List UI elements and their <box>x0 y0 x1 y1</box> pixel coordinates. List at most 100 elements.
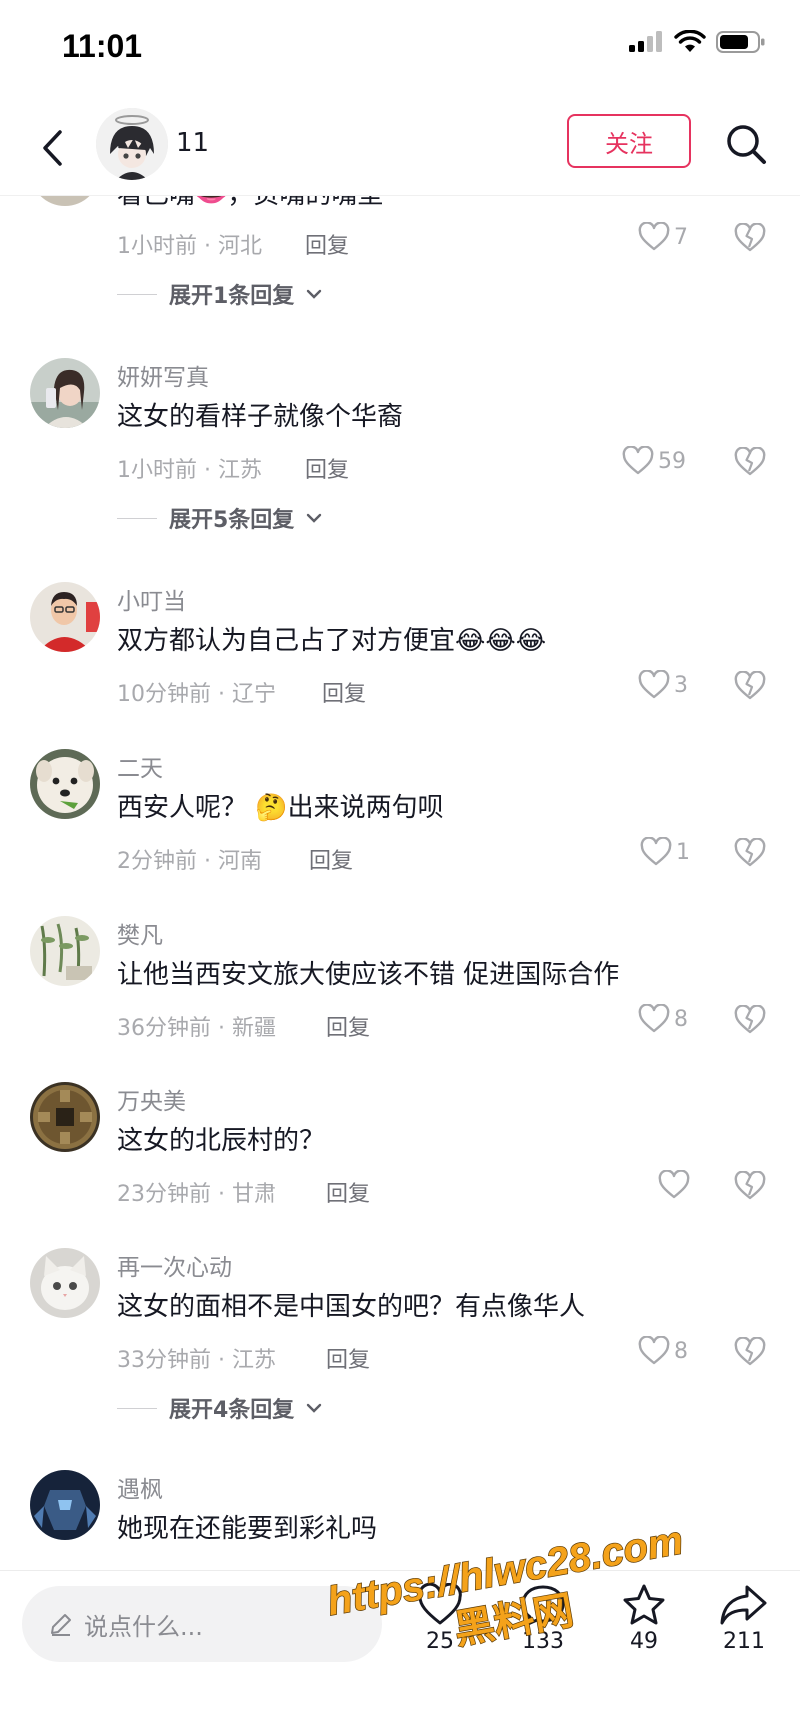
reply-button[interactable]: 回复 <box>305 452 349 484</box>
heart-icon <box>418 1583 462 1625</box>
like-button[interactable]: 3 <box>638 670 688 700</box>
like-count: 1 <box>676 839 690 865</box>
back-button[interactable] <box>28 120 76 176</box>
like-button[interactable]: 8 <box>638 1336 688 1366</box>
comment-text: 这女的看样子就像个华裔 <box>117 402 404 432</box>
share-count: 211 <box>723 1629 765 1654</box>
reply-button[interactable]: 回复 <box>305 228 349 260</box>
heart-icon <box>658 1170 690 1199</box>
heart-icon <box>638 1336 670 1365</box>
share-button[interactable]: 211 <box>709 1583 779 1654</box>
comment-input-placeholder: 说点什么... <box>84 1612 203 1641</box>
expand-replies-button[interactable]: 展开5条回复 <box>117 502 322 534</box>
reply-button[interactable]: 回复 <box>322 676 366 708</box>
ancient-coin-avatar-image <box>30 1082 100 1152</box>
reply-button[interactable]: 回复 <box>326 1010 370 1042</box>
dislike-button[interactable] <box>734 1336 766 1371</box>
like-button[interactable]: 8 <box>638 1004 688 1034</box>
heart-icon <box>638 670 670 699</box>
man-red-shirt-avatar-image <box>30 582 100 652</box>
expand-divider <box>117 1407 157 1409</box>
ink-painting-avatar-image <box>30 916 100 986</box>
like-button[interactable]: 7 <box>638 222 688 252</box>
chevron-down-icon <box>307 289 322 299</box>
reply-button[interactable]: 回复 <box>326 1342 370 1374</box>
commenter-name[interactable]: 万央美 <box>117 1082 186 1116</box>
comment-time-location: 1小时前 · 江苏 <box>117 458 262 483</box>
like-button[interactable]: 1 <box>640 837 690 867</box>
commenter-avatar[interactable] <box>30 1248 100 1318</box>
broken-heart-icon <box>734 222 766 252</box>
follow-button[interactable]: 关注 <box>567 114 691 168</box>
battery-icon <box>716 31 765 53</box>
broken-heart-icon <box>734 1170 766 1200</box>
wifi-icon <box>674 30 706 52</box>
status-icons <box>628 30 766 54</box>
broken-heart-icon <box>734 446 766 476</box>
commenter-name[interactable]: 妍妍写真 <box>117 358 209 392</box>
white-dog-avatar-image <box>30 749 100 819</box>
dislike-button[interactable] <box>734 670 766 705</box>
comment-time-location: 36分钟前 · 新疆 <box>117 1016 276 1041</box>
commenter-name[interactable]: 小叮当 <box>117 582 186 616</box>
expand-replies-button[interactable]: 展开4条回复 <box>117 1392 322 1424</box>
expand-replies-button[interactable]: 展开1条回复 <box>117 278 322 310</box>
user-avatar[interactable] <box>96 108 168 180</box>
dislike-button[interactable] <box>734 837 766 872</box>
dislike-button[interactable] <box>734 1004 766 1039</box>
anime-avatar-image <box>96 108 168 180</box>
like-count: 8 <box>674 1338 688 1364</box>
broken-heart-icon <box>734 1336 766 1366</box>
comment-time-location: 2分钟前 · 河南 <box>117 849 262 874</box>
comment-time-location: 10分钟前 · 辽宁 <box>117 682 276 707</box>
commenter-avatar[interactable] <box>30 358 100 428</box>
comment-list[interactable]: 看已嘴👄，贞嘴的嘴垒 1小时前 · 河北 回复 7 展开1条回复 妍妍写真 这女… <box>0 196 800 1570</box>
heart-icon <box>638 1004 670 1033</box>
commenter-name[interactable]: 再一次心动 <box>117 1248 232 1282</box>
user-name[interactable]: 11 <box>176 128 209 158</box>
like-button[interactable] <box>658 1170 694 1200</box>
comment-time-location: 23分钟前 · 甘肃 <box>117 1182 276 1207</box>
reply-button[interactable]: 回复 <box>326 1176 370 1208</box>
cellular-signal-icon <box>629 31 662 52</box>
comment-count: 133 <box>522 1629 564 1654</box>
commenter-avatar[interactable] <box>30 749 100 819</box>
share-arrow-icon <box>720 1585 767 1625</box>
comments-button[interactable]: 133 <box>508 1583 578 1654</box>
search-button[interactable] <box>720 118 772 170</box>
commenter-avatar[interactable] <box>30 916 100 986</box>
broken-heart-icon <box>734 837 766 867</box>
like-button[interactable]: 59 <box>622 446 686 476</box>
comment-text: 这女的面相不是中国女的吧？有点像华人 <box>117 1292 586 1322</box>
pencil-icon <box>51 1614 71 1636</box>
white-cat-avatar-image <box>30 1248 100 1318</box>
commenter-avatar[interactable] <box>30 1082 100 1152</box>
comment-text: 她现在还能要到彩礼吗 <box>117 1514 378 1544</box>
comment-text: 双方都认为自己占了对方便宜😂😂😂 <box>117 626 547 656</box>
dislike-button[interactable] <box>734 222 766 257</box>
commenter-avatar[interactable] <box>30 196 100 206</box>
chevron-down-icon <box>307 1403 322 1413</box>
comment-text: 这女的北辰村的？ <box>117 1126 326 1156</box>
commenter-name[interactable]: 遇枫 <box>117 1470 163 1504</box>
status-time: 11:01 <box>62 28 143 64</box>
comment-text: 西安人呢？ 🤔出来说两句呗 <box>117 793 444 823</box>
comment-text: 看已嘴👄，贞嘴的嘴垒 <box>117 196 383 211</box>
commenter-name[interactable]: 樊凡 <box>117 916 163 950</box>
comment-bubble-icon <box>521 1585 565 1626</box>
dislike-button[interactable] <box>734 446 766 481</box>
commenter-avatar[interactable] <box>30 582 100 652</box>
bottom-action-bar: 说点什么... 25 133 49 211 <box>0 1570 800 1731</box>
favorite-button[interactable]: 49 <box>609 1583 679 1654</box>
dislike-button[interactable] <box>734 1170 766 1205</box>
like-count: 59 <box>658 448 686 474</box>
commenter-avatar[interactable] <box>30 1470 100 1540</box>
comment-input[interactable]: 说点什么... <box>22 1586 382 1662</box>
expand-replies-label: 展开4条回复 <box>169 1398 295 1423</box>
like-video-button[interactable]: 25 <box>405 1583 475 1654</box>
comment-time-location: 1小时前 · 河北 <box>117 234 262 259</box>
commenter-name[interactable]: 二天 <box>117 749 163 783</box>
chevron-left-icon <box>43 130 62 166</box>
status-bar: 11:01 <box>0 0 800 100</box>
reply-button[interactable]: 回复 <box>309 843 353 875</box>
